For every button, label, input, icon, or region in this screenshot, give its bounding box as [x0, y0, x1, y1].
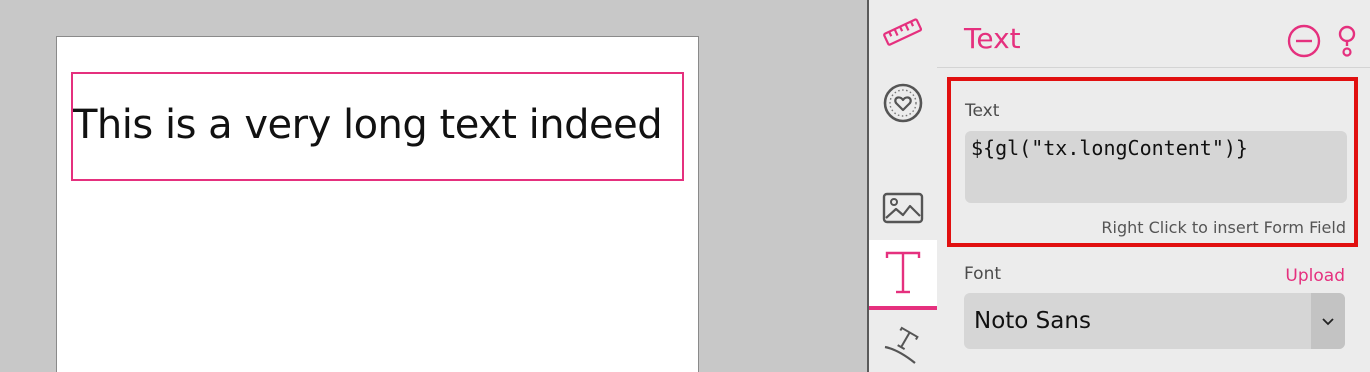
text-cursor-icon [885, 251, 921, 294]
text-element-content: This is a very long text indeed [73, 102, 663, 148]
remove-button[interactable] [1287, 24, 1321, 58]
minus-circle-icon [1287, 24, 1321, 58]
canvas-area: This is a very long text indeed [0, 0, 868, 372]
font-select-toggle[interactable] [1311, 293, 1345, 349]
properties-panel: Text Text ${gl("tx.longContent")} Right … [937, 0, 1370, 372]
tool-heart[interactable] [869, 78, 937, 128]
text-section: Text ${gl("tx.longContent")} Right Click… [947, 77, 1358, 247]
tool-ruler[interactable] [869, 8, 937, 58]
panel-header: Text [937, 0, 1370, 68]
font-label: Font [964, 264, 1002, 284]
heart-badge-icon [883, 83, 923, 123]
tool-sidebar [869, 0, 937, 372]
tool-curved-text[interactable] [869, 318, 937, 372]
chevron-down-icon [1322, 318, 1334, 326]
font-select-value: Noto Sans [974, 308, 1091, 334]
text-expression-input[interactable]: ${gl("tx.longContent")} [965, 131, 1347, 203]
tool-image[interactable] [869, 183, 937, 233]
curved-text-icon [884, 326, 919, 364]
upload-font-link[interactable]: Upload [1285, 266, 1345, 286]
help-button[interactable] [1330, 24, 1364, 58]
font-select[interactable]: Noto Sans [964, 293, 1345, 349]
panel-title: Text [964, 22, 1021, 55]
tool-text[interactable] [869, 240, 937, 310]
help-icon [1338, 25, 1356, 57]
text-field-label: Text [965, 101, 1000, 121]
text-element[interactable]: This is a very long text indeed [71, 72, 684, 181]
form-field-hint: Right Click to insert Form Field [1101, 218, 1346, 237]
page: This is a very long text indeed [56, 36, 699, 372]
image-icon [882, 192, 924, 224]
ruler-icon [883, 18, 923, 46]
